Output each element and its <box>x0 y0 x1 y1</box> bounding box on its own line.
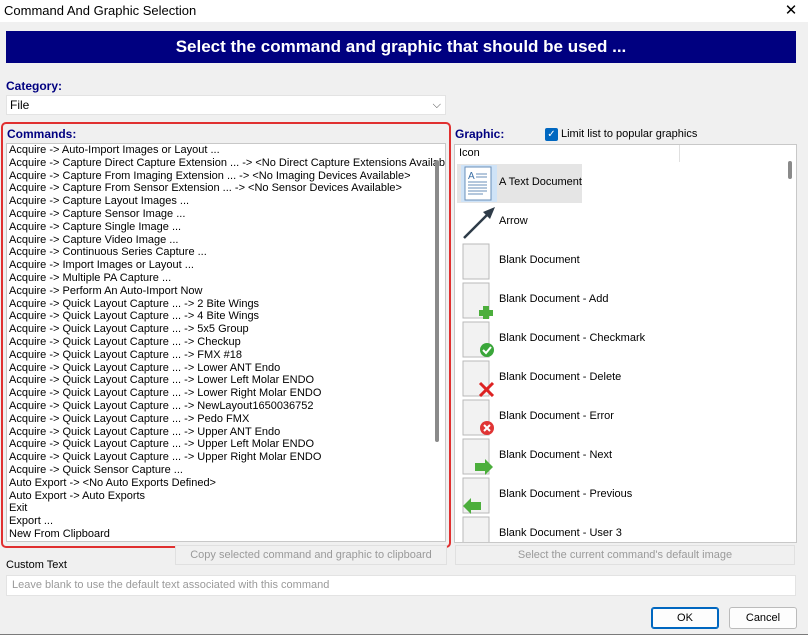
instruction-banner: Select the command and graphic that shou… <box>6 31 796 63</box>
command-list-item[interactable]: Acquire -> Capture Layout Images ... <box>7 195 445 208</box>
text-document-icon: A <box>461 165 497 202</box>
column-divider <box>679 145 680 162</box>
command-list-item[interactable]: Acquire -> Continuous Series Capture ... <box>7 246 445 259</box>
command-list-item[interactable]: Exit <box>7 502 445 515</box>
chevron-down-icon: ⌵ <box>432 99 441 111</box>
command-list-item[interactable]: Acquire -> Capture Sensor Image ... <box>7 208 445 221</box>
custom-text-input[interactable] <box>10 578 780 592</box>
command-list-item[interactable]: Acquire -> Capture Video Image ... <box>7 234 445 247</box>
command-list-item[interactable]: Acquire -> Perform An Auto-Import Now <box>7 285 445 298</box>
command-list-item[interactable]: Acquire -> Capture Direct Capture Extens… <box>7 157 445 170</box>
limit-popular-checkbox[interactable]: ✓ <box>545 128 558 141</box>
command-list-item[interactable]: Acquire -> Quick Layout Capture ... -> U… <box>7 426 445 439</box>
command-list-item[interactable]: Acquire -> Quick Layout Capture ... -> 2… <box>7 298 445 311</box>
graphic-list-item[interactable]: Arrow <box>457 203 782 242</box>
command-list-item[interactable]: Acquire -> Quick Layout Capture ... -> L… <box>7 362 445 375</box>
graphic-item-label: Arrow <box>499 215 528 227</box>
command-list-item[interactable]: Auto Export -> Auto Exports <box>7 490 445 503</box>
document-user-icon <box>461 516 497 542</box>
commands-label: Commands: <box>7 127 77 141</box>
command-list-item[interactable]: Acquire -> Capture Single Image ... <box>7 221 445 234</box>
graphic-list-item[interactable]: Blank Document - Error <box>457 398 782 437</box>
command-list-item[interactable]: Acquire -> Quick Layout Capture ... -> C… <box>7 336 445 349</box>
custom-text-field-wrapper <box>6 575 796 596</box>
graphic-item-label: Blank Document - Checkmark <box>499 332 646 344</box>
command-list-item[interactable]: Acquire -> Quick Layout Capture ... -> U… <box>7 451 445 464</box>
command-list-item[interactable]: Export ... <box>7 515 445 528</box>
graphic-item-label: Blank Document - Previous <box>499 488 633 500</box>
commands-list[interactable]: Acquire -> Auto-Import Images or Layout … <box>6 143 446 542</box>
graphic-list-item[interactable]: Blank Document - Add <box>457 281 782 320</box>
document-error-icon <box>461 399 497 436</box>
close-button[interactable]: ✕ <box>774 0 808 22</box>
command-list-item[interactable]: Acquire -> Import Images or Layout ... <box>7 259 445 272</box>
document-checkmark-icon <box>461 321 497 358</box>
commands-scrollbar[interactable] <box>435 160 439 442</box>
document-delete-icon <box>461 360 497 398</box>
arrow-icon <box>461 204 497 241</box>
command-list-item[interactable]: Acquire -> Auto-Import Images or Layout … <box>7 144 445 157</box>
graphic-list-item[interactable]: A A Text Document <box>457 164 582 203</box>
command-list-item[interactable]: Acquire -> Quick Layout Capture ... -> 4… <box>7 310 445 323</box>
title-bar: Command And Graphic Selection ✕ <box>0 0 808 22</box>
graphic-item-label: Blank Document <box>499 254 580 266</box>
document-add-icon <box>461 282 497 320</box>
category-dropdown[interactable]: File ⌵ <box>6 95 446 115</box>
svg-text:A: A <box>468 171 475 182</box>
category-label: Category: <box>6 79 63 93</box>
cancel-button[interactable]: Cancel <box>729 607 797 629</box>
ok-button[interactable]: OK <box>651 607 719 629</box>
command-list-item[interactable]: Acquire -> Quick Layout Capture ... -> L… <box>7 374 445 387</box>
command-list-item[interactable]: Acquire -> Quick Sensor Capture ... <box>7 464 445 477</box>
graphic-scrollbar[interactable] <box>788 161 792 179</box>
select-default-image-button[interactable]: Select the current command's default ima… <box>455 545 795 565</box>
command-list-item[interactable]: Acquire -> Quick Layout Capture ... -> N… <box>7 400 445 413</box>
graphic-list-item[interactable]: Blank Document - User 3 <box>457 515 782 542</box>
graphic-item-label: Blank Document - Add <box>499 293 609 305</box>
command-list-item[interactable]: Auto Export -> <No Auto Exports Defined> <box>7 477 445 490</box>
graphic-list-item[interactable]: Blank Document - Next <box>457 437 782 476</box>
graphic-item-label: A Text Document <box>499 176 582 188</box>
command-list-item[interactable]: New From Clipboard <box>7 528 445 541</box>
graphic-label: Graphic: <box>455 127 505 141</box>
graphic-item-label: Blank Document - Next <box>499 449 613 461</box>
blank-document-icon <box>461 243 497 280</box>
custom-text-label: Custom Text <box>6 559 67 571</box>
document-previous-icon <box>461 477 497 514</box>
graphic-list[interactable]: Icon A A Text Document Arrow Blank Document… <box>454 144 797 543</box>
command-list-item[interactable]: Acquire -> Quick Layout Capture ... -> 5… <box>7 323 445 336</box>
command-list-item[interactable]: Acquire -> Capture From Imaging Extensio… <box>7 170 445 183</box>
graphic-item-label: Blank Document - User 3 <box>499 527 622 539</box>
graphic-item-label: Blank Document - Error <box>499 410 614 422</box>
graphic-list-item[interactable]: Blank Document - Previous <box>457 476 782 515</box>
command-list-item[interactable]: Acquire -> Multiple PA Capture ... <box>7 272 445 285</box>
window-title: Command And Graphic Selection <box>4 3 197 18</box>
command-list-item[interactable]: Acquire -> Quick Layout Capture ... -> F… <box>7 349 445 362</box>
copy-to-clipboard-button[interactable]: Copy selected command and graphic to cli… <box>175 545 447 565</box>
graphic-list-item[interactable]: Blank Document - Checkmark <box>457 320 782 359</box>
limit-popular-label: Limit list to popular graphics <box>561 128 698 140</box>
command-list-item[interactable]: Acquire -> Quick Layout Capture ... -> U… <box>7 438 445 451</box>
command-list-item[interactable]: Acquire -> Quick Layout Capture ... -> P… <box>7 413 445 426</box>
command-list-item[interactable]: Acquire -> Capture From Sensor Extension… <box>7 182 445 195</box>
icon-column-header: Icon <box>459 147 480 159</box>
graphic-item-label: Blank Document - Delete <box>499 371 622 383</box>
graphic-list-item[interactable]: Blank Document - Delete <box>457 359 782 398</box>
command-list-item[interactable]: Acquire -> Quick Layout Capture ... -> L… <box>7 387 445 400</box>
graphic-list-item[interactable]: Blank Document <box>457 242 782 281</box>
category-value: File <box>10 98 30 112</box>
document-next-icon <box>461 438 497 475</box>
